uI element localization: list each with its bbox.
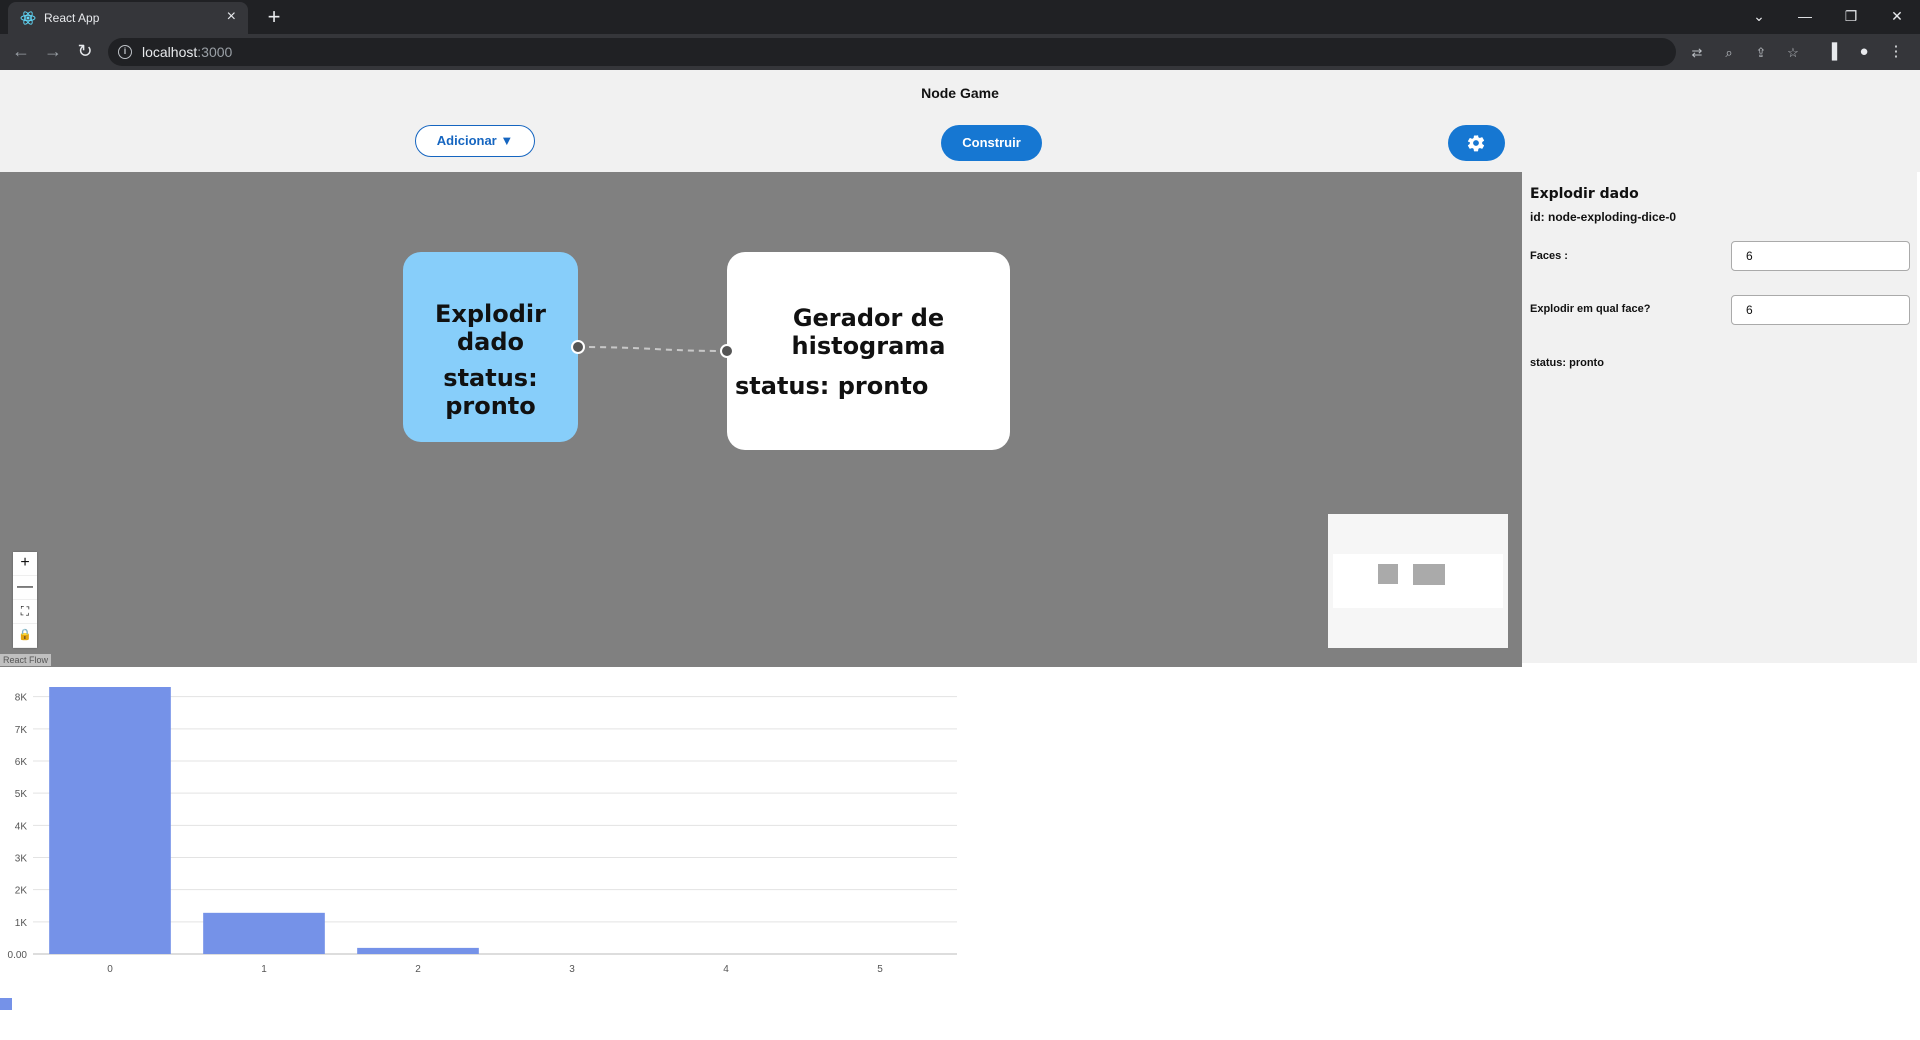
node-title: Explodir dado (434, 300, 546, 356)
site-info-icon[interactable]: i (118, 45, 132, 59)
minimap[interactable] (1328, 514, 1508, 648)
node-input-handle[interactable] (720, 344, 734, 358)
browser-tab-bar: React App × + ⌄ — ❐ ✕ (0, 0, 1920, 34)
y-tick-label: 3K (15, 853, 28, 864)
y-tick-label: 4K (15, 821, 28, 832)
y-tick-label: 8K (15, 693, 28, 704)
url-text: localhost:3000 (142, 44, 233, 60)
browser-tab[interactable]: React App × (8, 2, 248, 34)
share-icon[interactable]: ⇪ (1752, 44, 1770, 62)
side-panel-icon[interactable]: ▐ (1820, 40, 1844, 64)
histogram-bar (357, 947, 479, 954)
explode-face-label: Explodir em qual face? (1530, 303, 1651, 315)
zoom-icon[interactable]: ⌕ (1720, 44, 1738, 62)
close-window-icon[interactable]: ✕ (1874, 0, 1920, 34)
node-title: Gerador de histograma (791, 304, 946, 360)
y-tick-label: 5K (15, 789, 28, 800)
minimap-node (1413, 564, 1445, 585)
y-tick-label: 1K (15, 918, 28, 929)
histogram-bar (203, 912, 325, 954)
settings-button[interactable] (1448, 125, 1505, 161)
node-status: status: pronto (443, 364, 538, 420)
tab-close-icon[interactable]: × (227, 8, 236, 26)
url-port: :3000 (197, 44, 233, 60)
x-tick-label: 1 (261, 964, 267, 975)
node-output-handle[interactable] (571, 340, 585, 354)
tab-title: React App (44, 11, 100, 25)
faces-label: Faces : (1530, 250, 1568, 262)
react-flow-attribution[interactable]: React Flow (0, 654, 52, 666)
histogram-chart: 0.00 1K 2K 3K 4K 5K 6K 7K 8K 0 1 2 3 4 5 (0, 687, 957, 1010)
reload-icon[interactable]: ↻ (72, 39, 98, 65)
address-bar[interactable]: i localhost:3000 ⇄ ⌕ ⇪ ☆ (108, 38, 1799, 66)
new-tab-button[interactable]: + (260, 4, 288, 32)
minimap-node (1378, 564, 1398, 584)
panel-title: Explodir dado (1530, 186, 1639, 202)
properties-panel: Explodir dado id: node-exploding-dice-0 … (1522, 172, 1917, 663)
app-header: Node Game Adicionar ▼ Construir (0, 70, 1920, 172)
build-button[interactable]: Construir (941, 125, 1042, 161)
menu-icon[interactable]: ⋮ (1884, 40, 1908, 64)
histogram-bar (49, 687, 171, 954)
x-tick-label: 2 (415, 964, 421, 975)
back-arrow-icon[interactable]: ← (8, 39, 34, 65)
star-icon[interactable]: ☆ (1784, 44, 1802, 62)
y-tick-label: 6K (15, 757, 28, 768)
legend-swatch (0, 998, 12, 1010)
add-button[interactable]: Adicionar ▼ (415, 125, 535, 157)
react-favicon-icon (20, 11, 36, 25)
x-tick-label: 0 (107, 964, 113, 975)
x-tick-label: 5 (877, 964, 883, 975)
tab-search-icon[interactable]: ⌄ (1736, 0, 1782, 34)
node-histogram-generator[interactable]: Gerador de histograma status: pronto (727, 252, 1010, 450)
faces-input[interactable] (1731, 241, 1910, 271)
node-status: status: pronto (735, 372, 929, 400)
panel-status: status: pronto (1530, 357, 1604, 369)
fit-view-icon[interactable]: ⛶ (13, 600, 37, 624)
y-tick-label: 2K (15, 886, 28, 897)
minimize-icon[interactable]: — (1782, 0, 1828, 34)
restore-icon[interactable]: ❐ (1828, 0, 1874, 34)
zoom-out-icon[interactable]: — (13, 576, 37, 600)
x-tick-label: 3 (569, 964, 575, 975)
flow-canvas[interactable]: Explodir dado status: pronto Gerador de … (0, 172, 1522, 667)
browser-toolbar: ← → ↻ i localhost:3000 ⇄ ⌕ ⇪ ☆ ▐ ● ⋮ (0, 34, 1920, 70)
page-title: Node Game (921, 85, 999, 101)
profile-icon[interactable]: ● (1852, 40, 1876, 64)
y-tick-label: 7K (15, 725, 28, 736)
translate-icon[interactable]: ⇄ (1688, 44, 1706, 62)
lock-icon[interactable]: 🔒 (13, 624, 37, 648)
gear-icon (1467, 135, 1485, 152)
explode-face-input[interactable] (1731, 295, 1910, 325)
panel-node-id: id: node-exploding-dice-0 (1530, 210, 1676, 224)
flow-controls: + — ⛶ 🔒 (13, 552, 37, 648)
zoom-in-icon[interactable]: + (13, 552, 37, 576)
forward-arrow-icon[interactable]: → (40, 39, 66, 65)
node-exploding-dice[interactable]: Explodir dado status: pronto (403, 252, 578, 442)
x-tick-label: 4 (723, 964, 729, 975)
y-tick-label: 0.00 (8, 950, 28, 961)
